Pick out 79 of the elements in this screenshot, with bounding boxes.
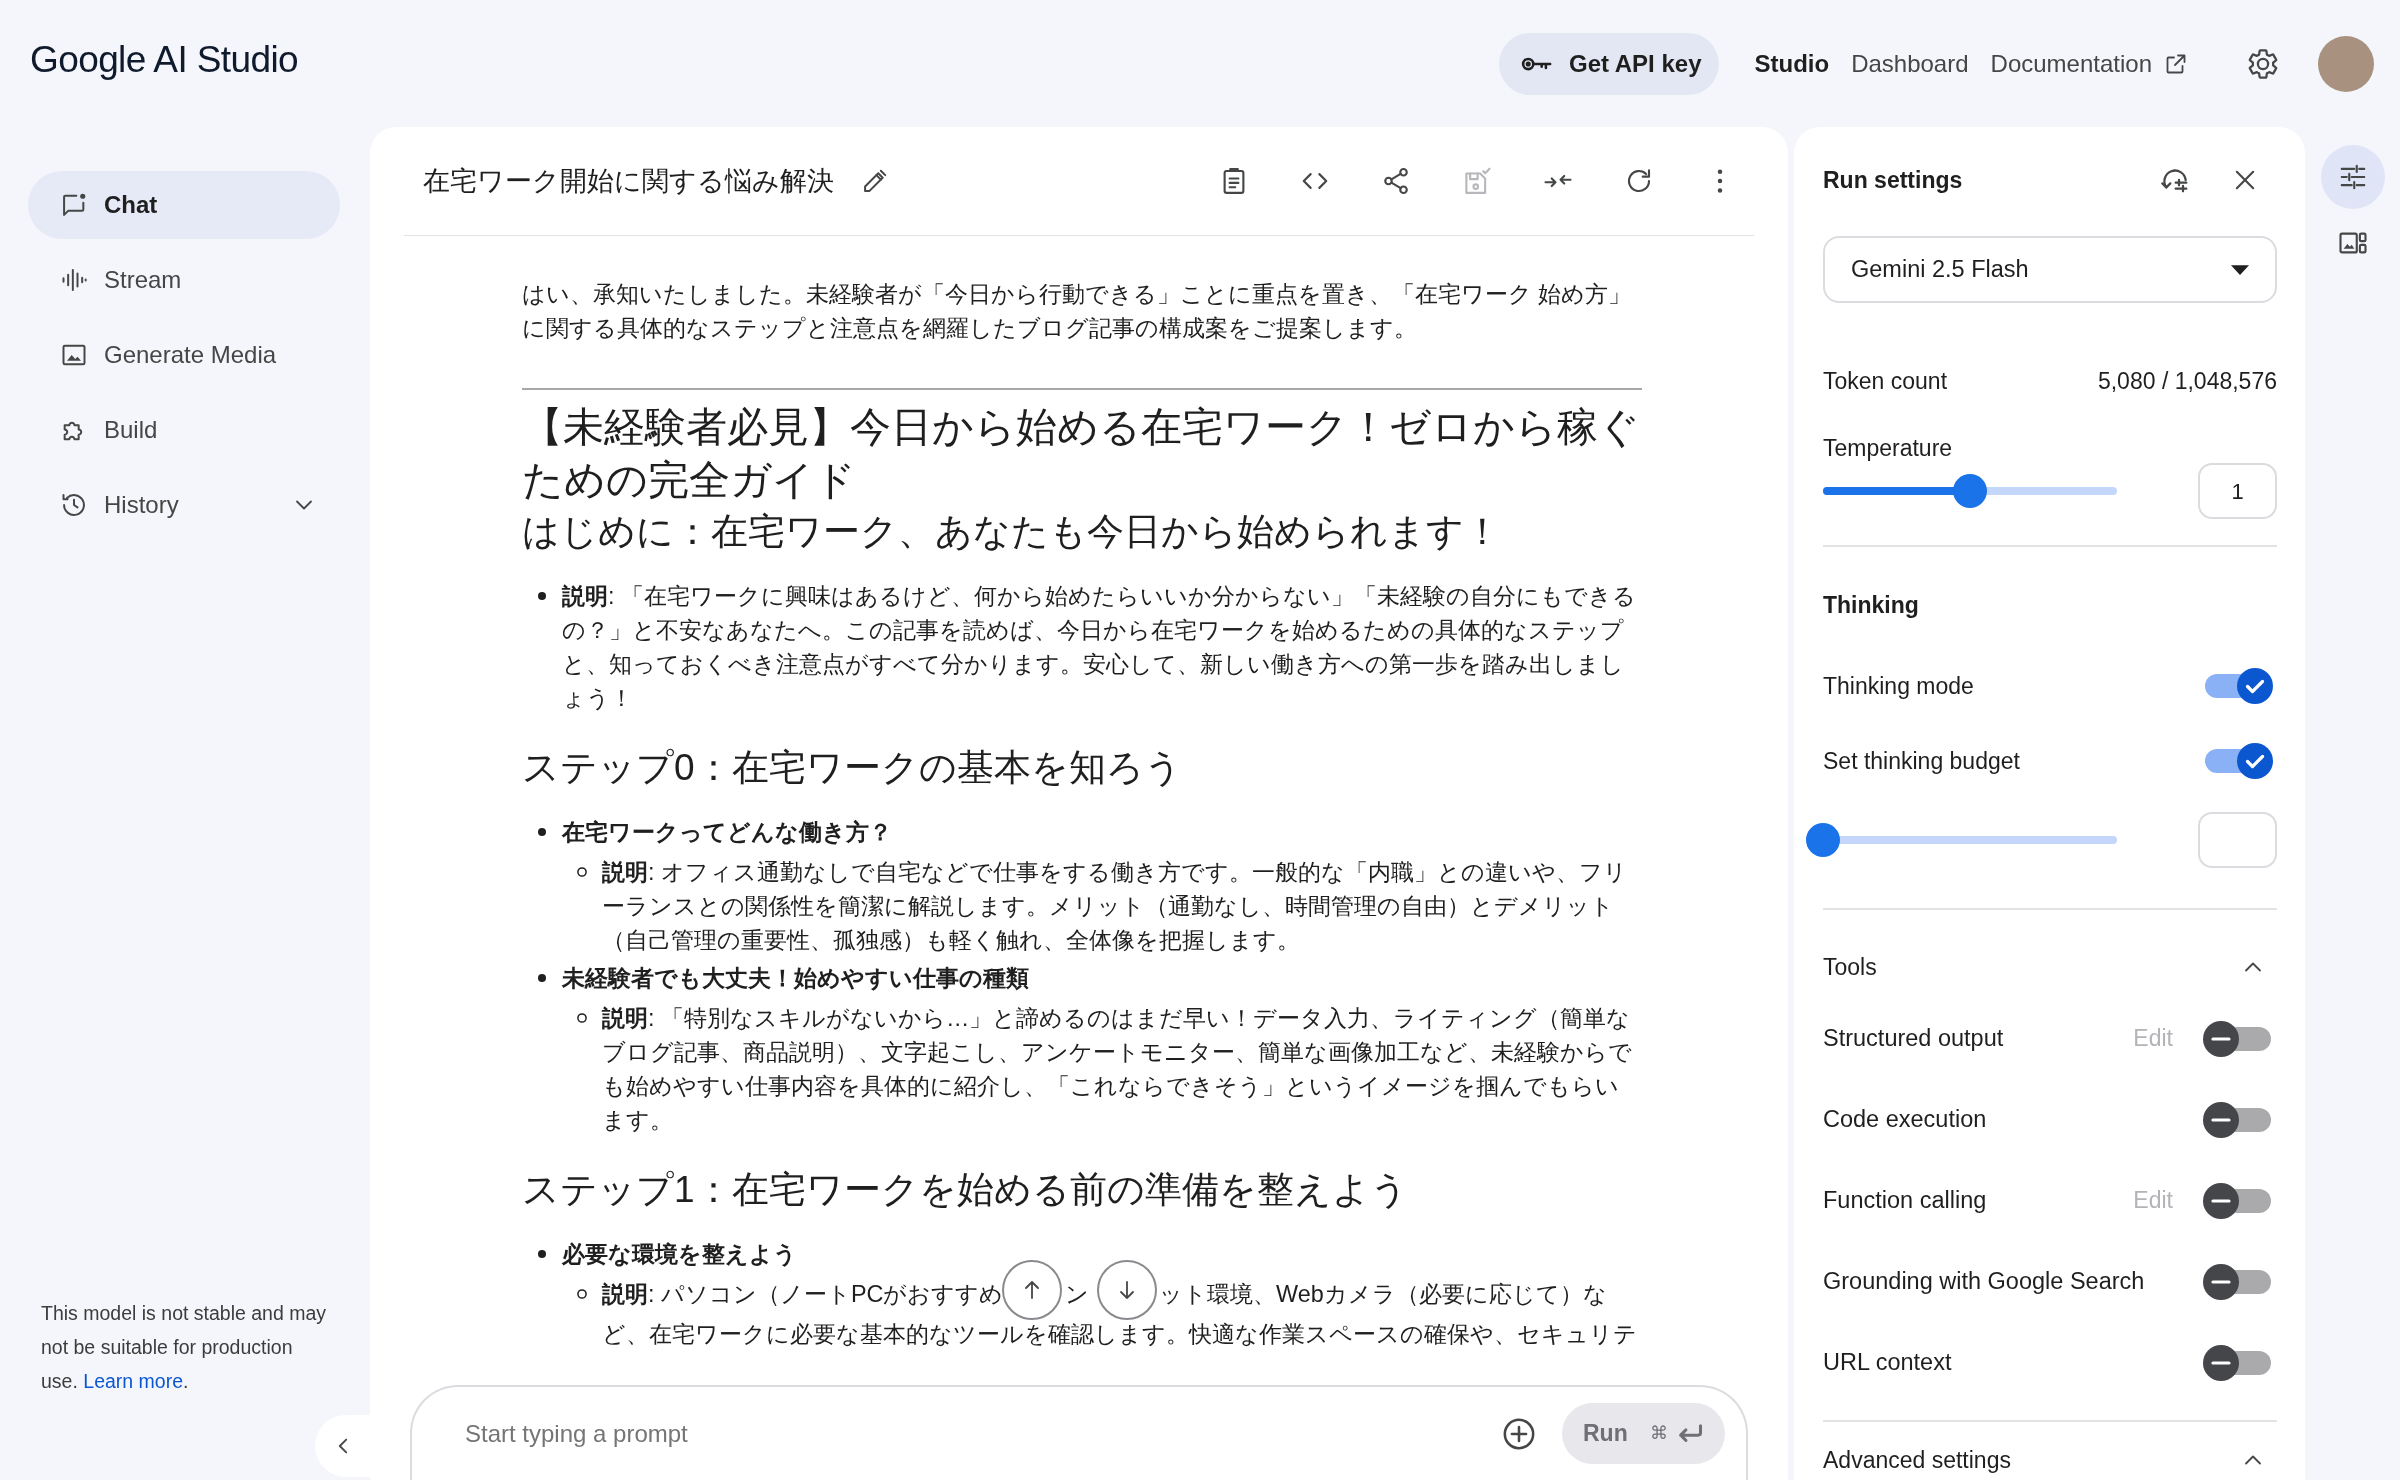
- chat-title: 在宅ワーク開始に関する悩み解決: [423, 164, 834, 198]
- bullet-icon: [538, 1250, 546, 1258]
- article-title: 【未経験者必見】今日から始める在宅ワーク！ゼロから稼ぐための完全ガイド: [522, 403, 1641, 505]
- panel-title: Run settings: [1823, 165, 1964, 195]
- bullet-icon: [538, 828, 546, 836]
- add-circle-icon[interactable]: [1502, 1416, 1536, 1451]
- list-topic: 必要な環境を整えよう: [562, 1240, 798, 1269]
- slider-thumb[interactable]: [1806, 823, 1840, 857]
- token-count-value: 5,080 / 1,048,576: [2097, 366, 2277, 396]
- minus-icon: [2203, 1020, 2239, 1057]
- list-description: 説明: 「特別なスキルがないから…」と諦めるのはまだ早い！データ入力、ライティング（簡単なブログ記事、商品説明）、文字起こし、アンケートモニター、簡単な画像加工など、未経験からでも始めやすい仕事内容を具体的に紹介し、「これならできそう」というイメージを掴んでもらいます。: [602, 1004, 1633, 1135]
- caret-down-icon: [2231, 264, 2249, 275]
- prompt-input[interactable]: Start typing a prompt: [465, 1408, 1502, 1459]
- sidebar-item[interactable]: Stream: [28, 246, 340, 314]
- setting-label: Structured output: [1823, 1023, 2005, 1053]
- toggle-switch[interactable]: [2203, 743, 2273, 779]
- toggle-switch[interactable]: [2203, 1344, 2273, 1381]
- minus-icon: [2203, 1263, 2239, 1300]
- section-heading: ステップ1：在宅ワークを始める前の準備を整えよう: [522, 1168, 1409, 1212]
- list-description: ット環境、Webカメラ（必要に応じて）な: [1159, 1280, 1607, 1309]
- toggle-switch[interactable]: [2203, 1101, 2273, 1138]
- bullet-icon: [577, 1013, 587, 1023]
- section-heading: はじめに：在宅ワーク、あなたも今日から始められます！: [522, 510, 1502, 554]
- toggle-switch[interactable]: [2203, 1263, 2273, 1300]
- slider-thumb[interactable]: [1953, 474, 1987, 508]
- sidebar-item[interactable]: History: [28, 471, 340, 539]
- bullet-icon: [538, 592, 546, 600]
- thinking-budget-field[interactable]: [2198, 812, 2277, 868]
- scroll-up-button[interactable]: [1002, 1260, 1062, 1320]
- setting-label: Function calling: [1823, 1185, 1988, 1215]
- temperature-label: Temperature: [1823, 433, 1953, 463]
- sidebar-item[interactable]: Chat: [28, 171, 340, 239]
- list-description: 説明: パソコン（ノートPCがおすすめ: [602, 1280, 1004, 1309]
- list-description: 説明: オフィス通勤なしで自宅などで仕事をする働き方です。一般的な「内職」との違いや、フリーランスとの関係性を簡潔に解説します。メリット（通勤なし、時間管理の自由）とデメリット（自己管理の重要性、孤独感）も軽く触れ、全体像を把握します。: [602, 858, 1628, 955]
- setting-label: Code execution: [1823, 1104, 1988, 1134]
- check-icon: [2237, 668, 2273, 704]
- section-heading: ステップ0：在宅ワークの基本を知ろう: [522, 746, 1183, 790]
- sidebar-item[interactable]: Generate Media: [28, 321, 340, 389]
- chat-icon: [60, 191, 88, 219]
- section-title: Advanced settings: [1823, 1445, 2011, 1475]
- list-description: 説明: 「在宅ワークに興味はあるけど、何から始めたらいいか分からない」「未経験の自分にもできるの？」と不安なあなたへ。この記事を読めば、今日から在宅ワークを始めるための具体的なステップと、知っておくべき注意点がすべて分かります。安心して、新しい働き方への第一歩を踏み出しましょう！: [562, 582, 1637, 713]
- list-description: ン: [1065, 1280, 1089, 1309]
- pencil-icon[interactable]: [861, 167, 889, 195]
- nav-link[interactable]: Studio: [1754, 45, 1830, 82]
- nav-link[interactable]: Documentation: [1990, 45, 2188, 82]
- setting-label: URL context: [1823, 1347, 1953, 1377]
- scroll-down-button[interactable]: [1097, 1260, 1157, 1320]
- toggle-switch[interactable]: [2203, 1020, 2273, 1057]
- setting-label: Set thinking budget: [1823, 746, 2020, 776]
- section-title: Thinking: [1823, 590, 1919, 620]
- learn-more-link[interactable]: Learn more: [83, 1370, 183, 1392]
- share-icon[interactable]: [1381, 166, 1411, 196]
- token-count-label: Token count: [1823, 366, 1948, 396]
- list-description: ど、在宅ワークに必要な基本的なツールを確認します。快適な作業スペースの確保や、セキュリテ: [602, 1320, 1637, 1348]
- nav-link[interactable]: Dashboard: [1851, 45, 1969, 82]
- setting-label: Grounding with Google Search: [1823, 1266, 2146, 1296]
- toggle-switch[interactable]: [2203, 668, 2273, 704]
- minus-icon: [2203, 1101, 2239, 1138]
- section-title: Tools: [1823, 952, 1877, 982]
- response-intro: はい、承知いたしました。未経験者が「今日から行動できる」ことに重点を置き、「在宅ワーク 始め方」に関する具体的なステップと注意点を網羅したブログ記事の構成案をご提案します。: [522, 280, 1633, 343]
- waveform-icon: [60, 266, 88, 294]
- list-topic: 在宅ワークってどんな働き方？: [562, 818, 893, 847]
- bullet-icon: [538, 974, 546, 982]
- get-api-key-button[interactable]: Get API key: [1498, 32, 1720, 95]
- settings-icon[interactable]: [2246, 46, 2280, 81]
- temperature-field[interactable]: 1: [2198, 463, 2277, 519]
- history-icon: [60, 491, 88, 519]
- list-topic: 未経験者でも大丈夫！始めやすい仕事の種類: [562, 964, 1030, 993]
- minus-icon: [2203, 1182, 2239, 1219]
- setting-label: Thinking mode: [1823, 671, 1974, 701]
- toggle-switch[interactable]: [2203, 1182, 2273, 1219]
- minus-icon: [2203, 1344, 2239, 1381]
- app-logo: Google AI Studio: [30, 38, 299, 83]
- bullet-icon: [577, 1289, 587, 1299]
- model-stability-note: This model is not stable and may not be suitable for production use. Learn more.: [41, 1301, 328, 1394]
- sidebar-item[interactable]: Build: [28, 396, 340, 464]
- bullet-icon: [577, 867, 587, 877]
- check-icon: [2237, 743, 2273, 779]
- model-dropdown[interactable]: Gemini 2.5 Flash: [1823, 236, 2277, 303]
